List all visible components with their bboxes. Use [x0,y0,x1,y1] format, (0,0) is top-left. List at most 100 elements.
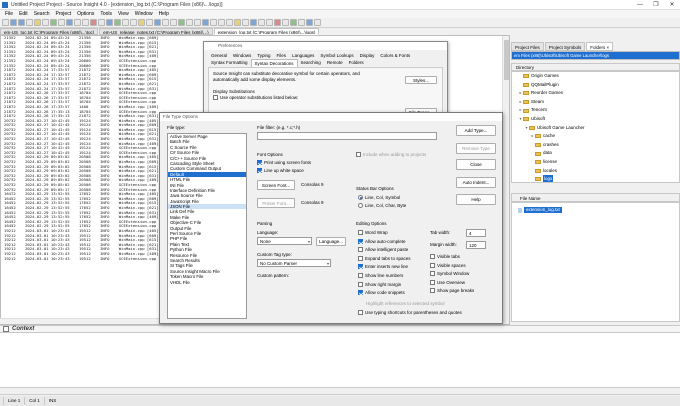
preferences-tab[interactable]: Syntax Decorations [250,59,298,67]
toolbar-button-icon[interactable] [50,19,57,26]
typing-shortcuts-checkbox[interactable]: Use typing shortcuts for parentheses and… [358,310,462,315]
editing-option-box[interactable] [430,262,435,268]
editing-option-checkbox[interactable]: Use Overview [430,279,465,285]
editing-option-checkbox[interactable]: Expand tabs to spaces [358,255,411,261]
toolbar-button-icon[interactable] [194,19,201,26]
panel-tab[interactable]: Project Symbols [544,42,586,51]
toolbar-button-icon[interactable] [98,19,105,26]
editing-option-box[interactable] [358,255,363,261]
context-panel[interactable] [0,333,680,388]
tree-item[interactable]: ▸ Reorder Games [512,89,679,98]
menu-item[interactable]: Help [156,11,172,17]
editing-option-box[interactable] [358,273,363,278]
tree-item[interactable]: data [512,149,679,158]
line-spacing-box[interactable] [257,168,262,173]
tree-item[interactable]: ▾ Ubisoft [512,115,679,124]
tree-item[interactable]: ▾ Ubisoft Game Launcher [512,124,679,133]
tree-item[interactable]: QQMailPlugin [512,81,679,90]
help-button[interactable]: Help [456,194,496,205]
include-project-checkbox[interactable]: Include when adding to projects [356,152,426,157]
toolbar-button-icon[interactable] [10,19,17,26]
menu-item[interactable]: Project [53,11,75,17]
toolbar-button-icon[interactable] [74,19,81,26]
preferences-tab[interactable]: Remote [324,59,346,67]
toolbar-button-icon[interactable] [266,19,273,26]
editor-vertical-scrollbar[interactable] [502,36,509,324]
preferences-tab[interactable]: Folders [346,59,367,67]
toolbar-button-icon[interactable] [306,19,313,26]
preferences-tab[interactable]: General [208,52,230,59]
toolbar-button-icon[interactable] [122,19,129,26]
editing-option-checkbox[interactable]: Show right margin [358,281,401,287]
tree-item[interactable]: license [512,158,679,167]
editing-option-checkbox[interactable]: Allow auto-complete [358,238,406,244]
toolbar-button-icon[interactable] [34,19,41,26]
include-project-box[interactable] [356,152,361,157]
editing-option-box[interactable] [358,238,363,244]
editing-option-checkbox[interactable]: Word Wrap [358,230,388,235]
margin-width-input[interactable]: 120 [466,241,486,249]
editing-option-checkbox[interactable]: Symbol Window [430,271,469,277]
editing-option-box[interactable] [358,290,363,296]
toolbar-button-icon[interactable] [210,19,217,26]
toolbar-button-icon[interactable] [90,19,97,26]
radio-line-col-char-byte-dot[interactable] [358,203,363,208]
menu-item[interactable]: View [115,11,132,17]
radio-line-col-char-byte[interactable]: Line, Col, Char, Byte [358,203,406,208]
toolbar-button-icon[interactable] [66,19,73,26]
toolbar-button-icon[interactable] [258,19,265,26]
tree-item[interactable]: ▸ cache [512,132,679,141]
tab-width-input[interactable]: 4 [466,229,486,237]
toolbar-button-icon[interactable] [234,19,241,26]
menu-item[interactable]: File [2,11,16,17]
close-button[interactable]: ✕ [664,0,680,10]
toolbar-button-icon[interactable] [218,19,225,26]
file-list[interactable]: extension_log.txt [511,202,680,322]
toolbar-button-icon[interactable] [58,19,65,26]
editing-option-checkbox[interactable]: Visible spaces [430,262,466,268]
menu-item[interactable]: Options [74,11,97,17]
language-select[interactable]: None ▾ [257,237,312,245]
close-dialog-button[interactable]: Close [456,159,496,170]
language-button[interactable]: Language... [316,237,346,246]
preferences-tab[interactable]: Colors & Fonts [377,52,413,59]
minimize-button[interactable]: — [632,0,648,10]
toolbar-button-icon[interactable] [298,19,305,26]
editing-option-box[interactable] [430,254,435,259]
toolbar-button-icon[interactable] [226,19,233,26]
toolbar-button-icon[interactable] [202,19,209,26]
toolbar-button-icon[interactable] [130,19,137,26]
radio-line-col-symbol[interactable]: Line, Col, Symbol [358,195,400,200]
editing-option-checkbox[interactable]: Show line numbers [358,273,403,278]
preferences-tab[interactable]: Files [274,52,290,59]
printer-font-button[interactable]: Printer Font... [257,198,295,208]
preferences-tab[interactable]: Syntax Formatting [208,59,251,67]
radio-line-col-symbol-dot[interactable] [358,195,363,200]
auto-indent-button[interactable]: Auto Indent... [456,177,496,188]
editing-option-box[interactable] [430,271,435,277]
editor-tab[interactable]: extension_log.txt (C:\Program Files (x86… [213,28,320,35]
menu-item[interactable]: Window [132,11,156,17]
panel-tab[interactable]: Project Files [511,42,544,51]
editor-tab[interactable]: em-US_toc.txt (C:\Program Files (x86)\..… [0,28,99,35]
toolbar-button-icon[interactable] [2,19,9,26]
toolbar-button-icon[interactable] [186,19,193,26]
file-type-item[interactable]: VHDL File [168,280,246,285]
toolbar-button-icon[interactable] [274,19,281,26]
use-operator-subs-checkbox[interactable]: Use operator substitutions listed below: [209,94,442,101]
print-screen-fonts-box[interactable] [257,160,262,165]
custom-tag-select[interactable]: No Custom Parser ▾ [257,259,331,267]
context-horizontal-scrollbar[interactable] [0,388,680,395]
preferences-tab[interactable]: Languages [289,52,317,59]
editing-option-checkbox[interactable]: Allow code snippets [358,290,405,296]
file-type-list[interactable]: Active Server Page Batch File C Source Fil… [167,133,247,319]
preferences-tab[interactable]: Symbol Lookups [317,52,356,59]
preferences-tab[interactable]: Windows [230,52,254,59]
remove-type-button[interactable]: Remove Type [456,143,496,154]
folder-path-field[interactable]: em Files (x86)\Ubisoft\Ubisoft Game Laun… [511,51,680,60]
directory-tree[interactable]: Origin Games QQMailPlugin ▸ Reorder Games ▸ S… [511,71,680,183]
use-operator-subs-box[interactable] [213,95,218,100]
toolbar-button-icon[interactable] [154,19,161,26]
toolbar-button-icon[interactable] [18,19,25,26]
editing-option-box[interactable] [358,264,363,270]
